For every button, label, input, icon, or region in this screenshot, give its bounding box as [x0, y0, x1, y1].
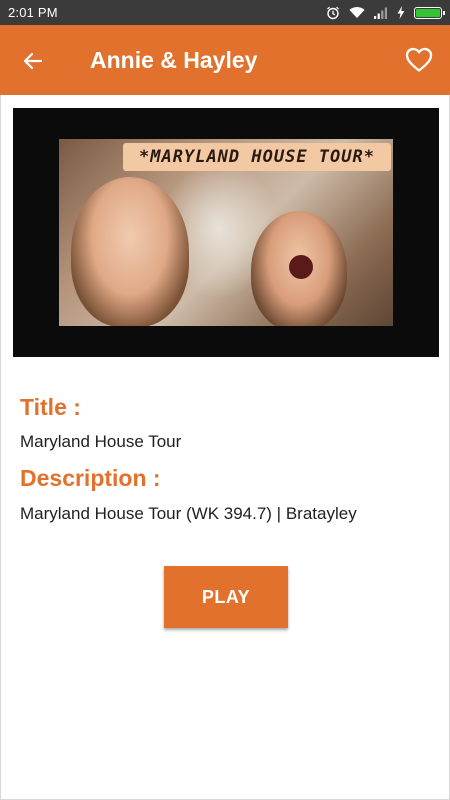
person-left-image — [71, 177, 189, 326]
wifi-icon — [349, 6, 365, 19]
status-time: 2:01 PM — [8, 5, 58, 20]
description-value: Maryland House Tour (WK 394.7) | Bratayl… — [20, 504, 357, 523]
content-card: *MARYLAND HOUSE TOUR* Title : Maryland H… — [0, 95, 450, 800]
thumbnail-banner: *MARYLAND HOUSE TOUR* — [123, 143, 391, 171]
title-value: Maryland House Tour — [20, 432, 182, 451]
status-icons — [326, 0, 445, 25]
signal-icon — [374, 7, 388, 19]
description-label: Description : — [20, 465, 161, 491]
play-button[interactable]: PLAY — [164, 566, 288, 628]
alarm-icon — [326, 6, 340, 20]
page-title: Annie & Hayley — [90, 47, 258, 73]
thumbnail-banner-text: *MARYLAND HOUSE TOUR* — [139, 147, 375, 167]
status-bar: 2:01 PM — [0, 0, 450, 25]
app-bar: Annie & Hayley — [0, 25, 450, 95]
arrow-back-icon — [23, 52, 43, 70]
heart-outline-icon — [405, 47, 433, 72]
back-button[interactable] — [18, 46, 48, 76]
charging-icon — [397, 6, 405, 19]
favorite-button[interactable] — [404, 45, 434, 75]
video-thumbnail[interactable]: *MARYLAND HOUSE TOUR* — [13, 108, 439, 357]
title-label: Title : — [20, 394, 81, 420]
battery-icon — [414, 6, 445, 19]
thumbnail-image: *MARYLAND HOUSE TOUR* — [59, 139, 393, 326]
